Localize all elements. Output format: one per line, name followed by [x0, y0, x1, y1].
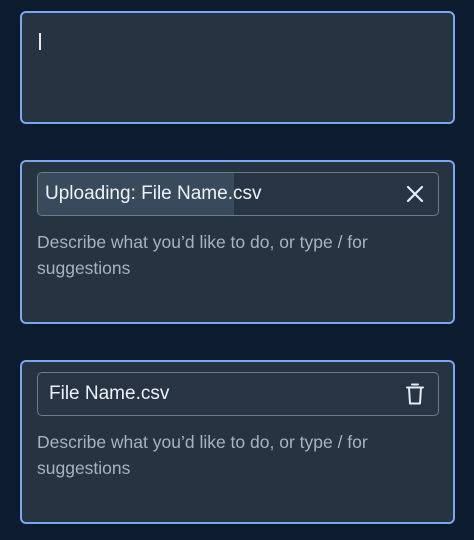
empty-prompt-input[interactable]	[20, 11, 455, 124]
prompt-input-uploaded[interactable]: File Name.csv Describe what you’d like t…	[20, 360, 455, 524]
prompt-placeholder[interactable]: Describe what you’d like to do, or type …	[37, 229, 437, 281]
uploading-file-chip: Uploading: File Name.csv	[37, 172, 439, 216]
uploaded-file-chip: File Name.csv	[37, 372, 439, 416]
delete-file-button[interactable]	[403, 382, 427, 406]
prompt-placeholder[interactable]: Describe what you’d like to do, or type …	[37, 429, 437, 481]
trash-icon	[406, 383, 424, 405]
uploaded-file-label: File Name.csv	[49, 383, 170, 404]
close-icon	[406, 185, 424, 203]
text-caret	[39, 33, 41, 50]
uploading-file-label: Uploading: File Name.csv	[45, 183, 262, 204]
prompt-input-uploading[interactable]: Uploading: File Name.csv Describe what y…	[20, 160, 455, 324]
cancel-upload-button[interactable]	[403, 182, 427, 206]
